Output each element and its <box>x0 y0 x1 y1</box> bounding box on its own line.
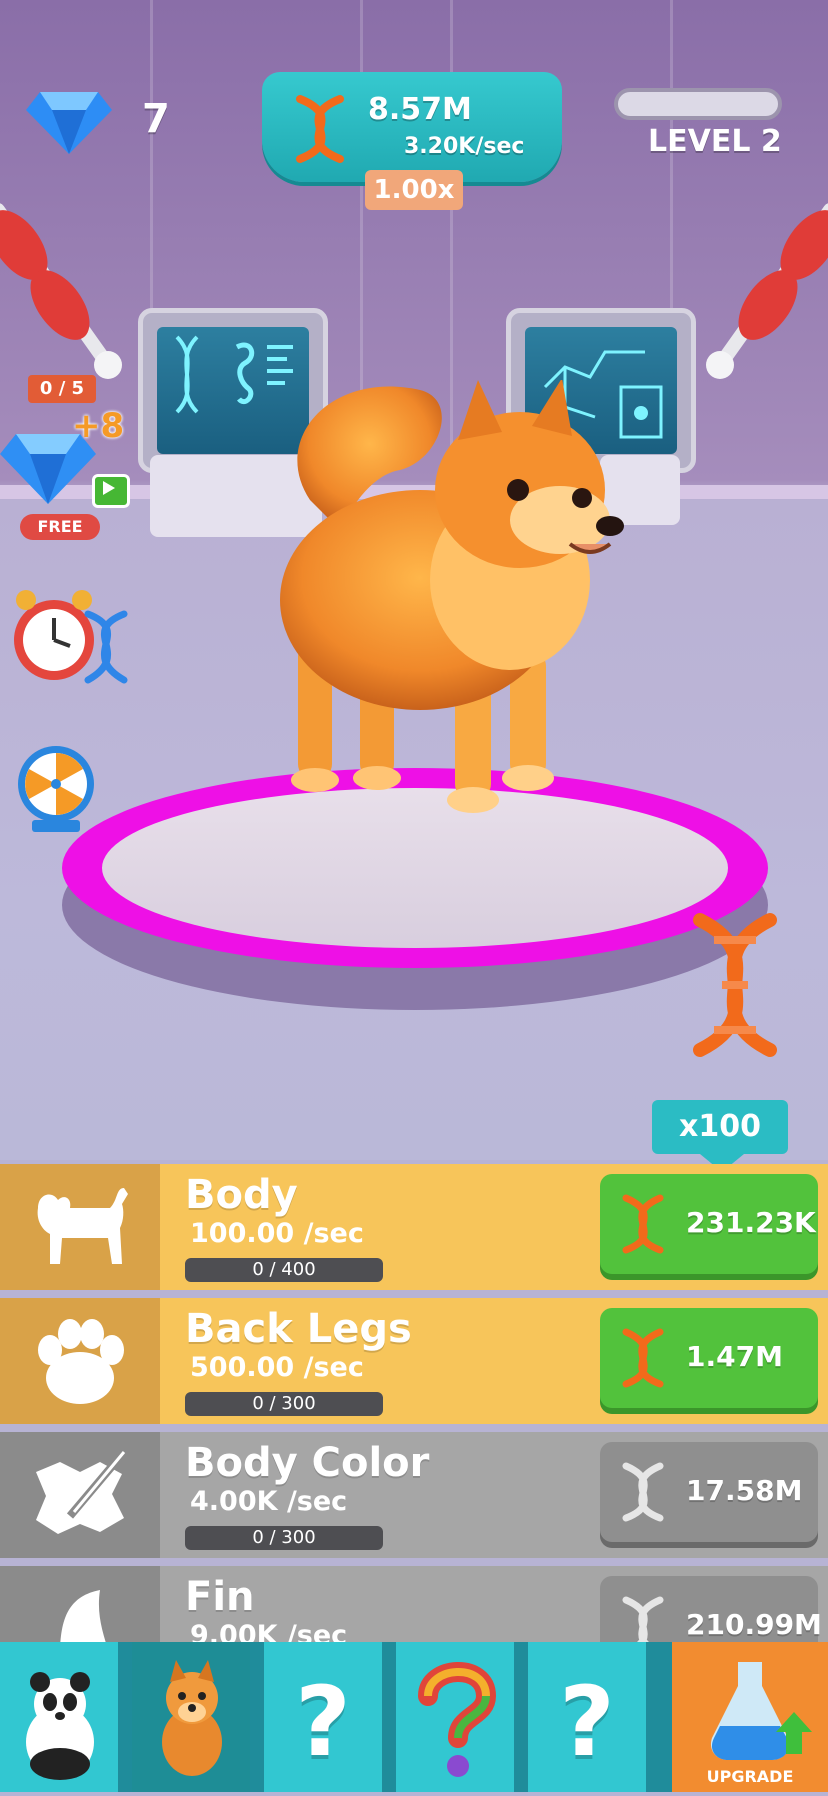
animal-selector-bar: ? ? UPGRADE <box>0 1642 828 1792</box>
level-label: LEVEL 2 <box>648 124 782 159</box>
upgrade-rate: 4.00K /sec <box>190 1486 348 1517</box>
upgrade-name: Body <box>185 1172 298 1218</box>
question-mark-icon: ? <box>295 1666 351 1778</box>
lab-upgrade-button[interactable]: UPGRADE <box>672 1642 828 1792</box>
pomeranian-icon <box>162 1660 222 1776</box>
rainbow-question-icon <box>418 1662 497 1777</box>
upgrade-row-body-color: Body Color 4.00K /sec 0 / 300 17.58M <box>0 1432 828 1558</box>
upgrade-row-body: Body 100.00 /sec 0 / 400 231.23K <box>0 1164 828 1290</box>
potion-flask-icon <box>710 1662 812 1760</box>
dog-silhouette-icon <box>37 1188 129 1264</box>
dna-icon <box>622 1194 664 1254</box>
play-video-icon <box>92 474 130 508</box>
animal-slot-panda[interactable] <box>0 1642 122 1792</box>
spin-wheel-icon[interactable] <box>14 744 98 834</box>
buy-multiplier-toggle[interactable]: x100 <box>652 1100 788 1154</box>
upgrade-label: UPGRADE <box>706 1767 794 1786</box>
dumbbell-right-icon <box>706 203 828 379</box>
upgrade-progress: 0 / 300 <box>185 1392 383 1416</box>
upgrade-name: Body Color <box>185 1440 430 1486</box>
upgrade-name: Fin <box>185 1574 255 1620</box>
buy-body-color-button[interactable]: 17.58M <box>600 1442 818 1542</box>
upgrade-cost: 1.47M <box>686 1340 783 1373</box>
animal-slot-locked[interactable]: ? <box>528 1642 650 1792</box>
upgrade-cost: 210.99M <box>686 1608 822 1641</box>
diamond-icon <box>26 92 112 154</box>
animal-slot-locked[interactable]: ? <box>264 1642 386 1792</box>
upgrade-row-back-legs: Back Legs 500.00 /sec 0 / 300 1.47M <box>0 1298 828 1424</box>
paw-icon <box>38 1319 124 1404</box>
upgrade-rate: 500.00 /sec <box>190 1352 364 1383</box>
gem-bonus-amount: +8 <box>72 406 125 446</box>
dna-icon <box>296 95 344 163</box>
upgrade-rate: 100.00 /sec <box>190 1218 364 1249</box>
upgrade-progress: 0 / 300 <box>185 1526 383 1550</box>
animal-slot-locked-rainbow[interactable] <box>396 1642 518 1792</box>
pomeranian-dog[interactable] <box>270 380 650 840</box>
dna-rate: 3.20K/sec <box>404 134 525 159</box>
dna-icon <box>622 1462 664 1522</box>
upgrade-cost: 231.23K <box>686 1206 816 1239</box>
upgrade-progress: 0 / 400 <box>185 1258 383 1282</box>
dumbbell-left-icon <box>0 203 122 379</box>
game-stage: 7 8.57M 3.20K/sec 1.00x LEVEL 2 0 / 5 +8… <box>0 0 828 1160</box>
hide-brush-icon <box>36 1449 128 1534</box>
dna-currency-panel: 8.57M 3.20K/sec <box>262 72 562 182</box>
panda-icon <box>26 1672 94 1780</box>
upgrade-icon-cell <box>0 1164 160 1290</box>
dna-tap-icon[interactable] <box>680 910 790 1060</box>
ad-counter-badge: 0 / 5 <box>28 375 96 403</box>
dna-icon <box>622 1328 664 1388</box>
animal-slot-pomeranian[interactable] <box>132 1642 254 1792</box>
buy-back-legs-button[interactable]: 1.47M <box>600 1308 818 1408</box>
buy-body-button[interactable]: 231.23K <box>600 1174 818 1274</box>
dna-total: 8.57M <box>368 92 472 127</box>
time-warp-clock-icon[interactable] <box>8 584 134 690</box>
gem-count: 7 <box>142 96 170 142</box>
upgrade-icon-cell <box>0 1432 160 1558</box>
free-gems-button[interactable]: FREE <box>20 514 100 540</box>
level-progress-bar <box>614 88 782 120</box>
upgrade-name: Back Legs <box>185 1306 412 1352</box>
income-multiplier-badge[interactable]: 1.00x <box>365 170 463 210</box>
upgrade-cost: 17.58M <box>686 1474 803 1507</box>
upgrade-icon-cell <box>0 1298 160 1424</box>
question-mark-icon: ? <box>559 1666 615 1778</box>
